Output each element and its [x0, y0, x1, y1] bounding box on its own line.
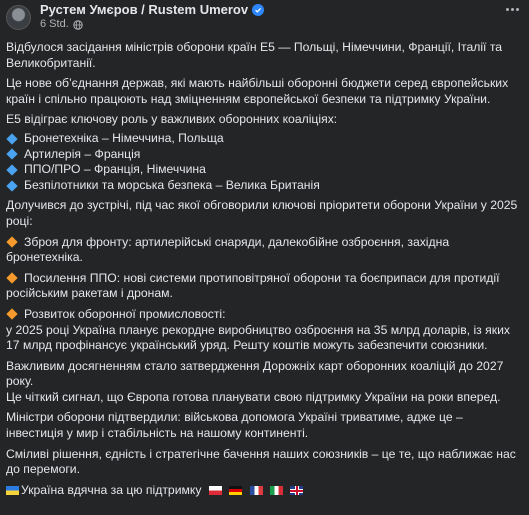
author-name[interactable]: Рустем Умєров / Rustem Umerov [40, 3, 248, 16]
post-time[interactable]: 6 Std. [40, 18, 69, 31]
author-info: Рустем Умєров / Rustem Umerov 6 Std. [40, 3, 265, 31]
coalition-list: Бронетехніка – Німеччина, Польща Артилер… [6, 131, 521, 193]
post-paragraph: Долучився до зустрічі, під час якої обго… [6, 198, 518, 228]
list-item: ППО/ПРО – Франція, Німеччина [6, 162, 521, 178]
facebook-post: Рустем Умєров / Rustem Umerov 6 Std. Від… [0, 0, 529, 515]
coalition-text: Бронетехніка – Німеччина, Польща [24, 130, 224, 145]
author-name-row: Рустем Умєров / Rustem Umerov [40, 3, 265, 16]
coalition-text: ППО/ПРО – Франція, Німеччина [24, 162, 206, 177]
blue-diamond-icon [6, 164, 18, 176]
blue-diamond-icon [6, 148, 18, 161]
list-item: Артилерія – Франція [6, 147, 521, 163]
post-paragraph: Сміливі рішення, єдність і стратегічне б… [6, 446, 516, 477]
closing-text: Україна вдячна за цю підтримку [21, 482, 202, 497]
post-paragraph: Відбулося засідання міністрів оборони кр… [6, 40, 503, 70]
post-header: Рустем Умєров / Rustem Umerov 6 Std. [6, 2, 265, 32]
orange-diamond-icon [6, 308, 18, 320]
france-flag-icon [249, 486, 263, 496]
poland-flag-icon [208, 486, 222, 496]
post-paragraph: Важливим досягненням стало затвердження … [6, 358, 504, 389]
blue-diamond-icon [6, 133, 18, 145]
list-item: Безпілотники та морська безпека – Велика… [6, 178, 521, 194]
priority-item: Розвиток оборонної промисловості: у 2025… [6, 307, 521, 354]
germany-flag-icon [229, 486, 243, 496]
post-paragraph: Це чіткий сигнал, що Європа готова плану… [6, 389, 501, 404]
priority-item: Зброя для фронту: артилерійські снаряди,… [6, 235, 521, 266]
verified-badge-icon [252, 3, 265, 16]
more-options-icon[interactable] [501, 2, 523, 16]
orange-diamond-icon [6, 235, 18, 248]
author-avatar[interactable] [6, 4, 31, 30]
uk-flag-icon [290, 486, 304, 496]
post-paragraph: Е5 відіграє ключову роль у важливих обор… [6, 112, 338, 127]
closing-line: Україна вдячна за цю підтримку [6, 483, 521, 499]
ukraine-flag-icon [6, 486, 19, 496]
italy-flag-icon [270, 486, 284, 496]
priority-text: Зброя для фронту: артилерійські снаряди,… [6, 234, 450, 265]
priority-text: у 2025 році Україна планує рекордне виро… [6, 322, 510, 353]
coalition-text: Безпілотники та морська безпека – Велика… [24, 177, 320, 192]
priority-item: Посилення ППО: нові системи протиповітря… [6, 271, 521, 302]
post-paragraph: Це нове об’єднання держав, які мають най… [6, 76, 509, 106]
post-meta: 6 Std. [40, 18, 264, 31]
coalition-text: Артилерія – Франція [24, 146, 141, 161]
globe-icon [73, 19, 83, 30]
blue-diamond-icon [6, 179, 18, 192]
priority-heading: Розвиток оборонної промисловості: [24, 306, 226, 321]
orange-diamond-icon [6, 272, 18, 284]
post-body: Відбулося засідання міністрів оборони кр… [6, 40, 521, 503]
post-paragraph: Міністри оборони підтвердили: військова … [6, 410, 463, 441]
priority-text: Посилення ППО: нові системи протиповітря… [6, 270, 500, 301]
list-item: Бронетехніка – Німеччина, Польща [6, 131, 521, 147]
